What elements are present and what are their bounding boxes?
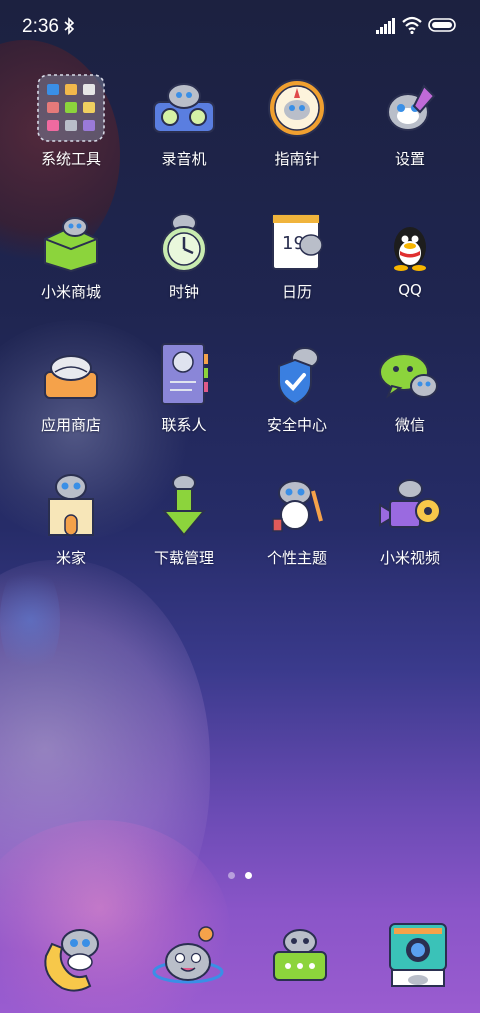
- battery-icon: [428, 18, 456, 32]
- phone-icon: [44, 929, 99, 992]
- download-icon: [161, 474, 207, 537]
- app-label: 时钟: [168, 283, 199, 301]
- app-store-icon: [44, 355, 98, 399]
- app-compass[interactable]: 指南针: [242, 72, 352, 192]
- app-label: 录音机: [161, 150, 207, 168]
- bluetooth-icon: [64, 17, 74, 35]
- app-wechat[interactable]: 微信: [355, 338, 465, 458]
- app-system-tools[interactable]: 系统工具: [16, 72, 126, 192]
- settings-icon: [387, 84, 436, 131]
- camera-icon: [389, 923, 447, 987]
- home-screen: 2:36 系统工具 录音机 指南针 设置 小米商城 时钟 19 日历 QQ 应用…: [0, 0, 480, 1013]
- recorder-icon: [153, 83, 215, 133]
- video-icon: [379, 479, 441, 528]
- app-label: QQ: [398, 281, 422, 299]
- themes-icon: [272, 480, 323, 532]
- page-dot-active[interactable]: [245, 872, 252, 879]
- app-label: 个性主题: [266, 549, 327, 567]
- app-calendar[interactable]: 19 日历: [242, 205, 352, 325]
- wallpaper-shape: [0, 560, 210, 980]
- dock-phone[interactable]: [32, 918, 112, 998]
- app-mi-mall[interactable]: 小米商城: [16, 205, 126, 325]
- app-label: 米家: [55, 549, 86, 567]
- page-indicator[interactable]: [226, 872, 256, 882]
- status-time: 2:36: [22, 16, 59, 37]
- app-mi-video[interactable]: 小米视频: [355, 471, 465, 591]
- app-app-store[interactable]: 应用商店: [16, 338, 126, 458]
- app-settings[interactable]: 设置: [355, 72, 465, 192]
- app-mijia[interactable]: 米家: [16, 471, 126, 591]
- app-security-center[interactable]: 安全中心: [242, 338, 352, 458]
- wechat-icon: [379, 353, 438, 399]
- app-qq[interactable]: QQ: [355, 205, 465, 325]
- app-label: 小米视频: [379, 549, 440, 567]
- dock-browser[interactable]: [148, 918, 228, 998]
- app-label: 小米商城: [40, 283, 101, 301]
- app-downloads[interactable]: 下载管理: [129, 471, 239, 591]
- calendar-icon: 19: [272, 214, 323, 270]
- security-icon: [278, 347, 319, 406]
- app-label: 日历: [281, 283, 312, 301]
- clock-icon: [161, 213, 207, 272]
- folder-icon: [37, 74, 105, 142]
- browser-icon: [152, 926, 224, 984]
- mijia-icon: [48, 474, 94, 536]
- app-label: 下载管理: [153, 549, 214, 567]
- app-recorder[interactable]: 录音机: [129, 72, 239, 192]
- app-label: 应用商店: [40, 416, 101, 434]
- dock-messages[interactable]: [260, 918, 340, 998]
- dock-camera[interactable]: [378, 918, 458, 998]
- compass-icon: [268, 79, 326, 137]
- app-clock[interactable]: 时钟: [129, 205, 239, 325]
- app-label: 微信: [394, 416, 425, 434]
- signal-icon: [376, 18, 395, 34]
- wifi-icon: [402, 16, 422, 34]
- contacts-icon: [161, 343, 208, 405]
- app-label: 系统工具: [40, 150, 101, 168]
- mall-icon: [44, 217, 98, 273]
- app-label: 联系人: [161, 416, 207, 434]
- app-contacts[interactable]: 联系人: [129, 338, 239, 458]
- status-bar: 2:36: [0, 0, 480, 54]
- app-label: 指南针: [274, 150, 320, 168]
- page-dot[interactable]: [228, 872, 235, 879]
- app-themes[interactable]: 个性主题: [242, 471, 352, 591]
- app-label: 安全中心: [266, 416, 327, 434]
- messages-icon: [273, 929, 327, 981]
- qq-icon: [394, 227, 426, 271]
- app-label: 设置: [394, 150, 425, 168]
